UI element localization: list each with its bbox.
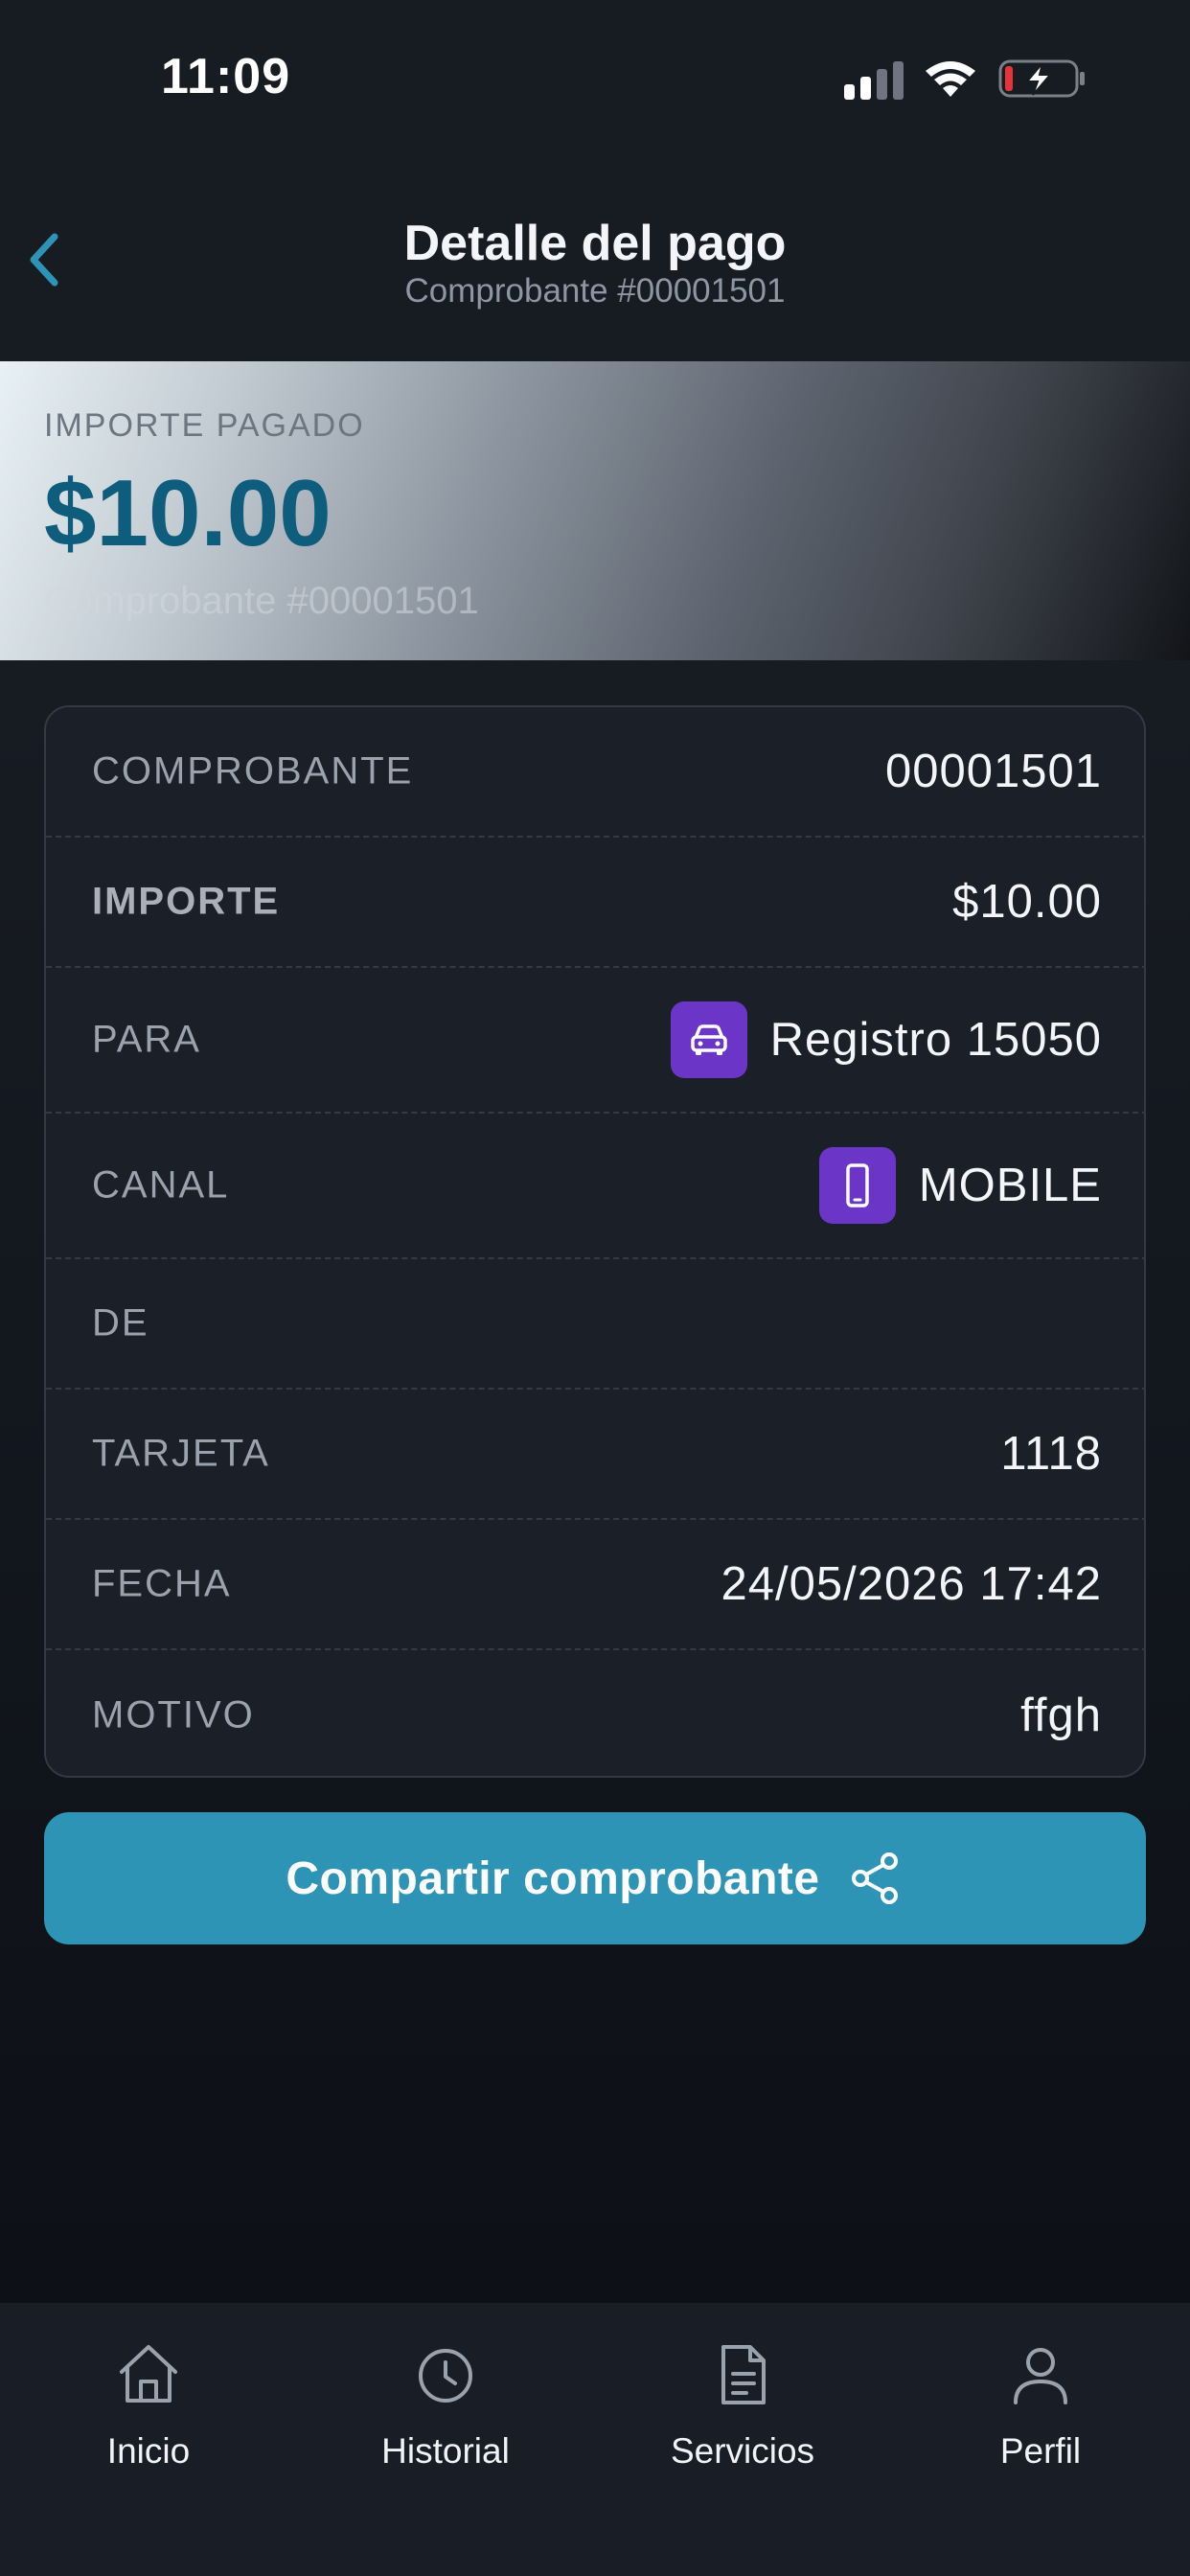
detail-row-para: PARA Registro 15050 — [46, 968, 1144, 1114]
nav-label: Inicio — [106, 2431, 191, 2471]
detail-label: PARA — [92, 1018, 201, 1061]
detail-value: Registro 15050 — [769, 1014, 1102, 1066]
detail-value: 24/05/2026 17:42 — [721, 1558, 1102, 1610]
page-subtitle: Comprobante #00001501 — [404, 272, 786, 310]
car-icon — [670, 1001, 747, 1078]
detail-label: IMPORTE — [92, 880, 281, 923]
share-receipt-button[interactable]: Compartir comprobante — [44, 1812, 1146, 1944]
detail-row-motivo: MOTIVO ffgh — [46, 1650, 1144, 1776]
clock-icon — [419, 2349, 472, 2403]
detail-value-container: Registro 15050 — [670, 1001, 1102, 1078]
share-button-label: Compartir comprobante — [286, 1852, 820, 1904]
detail-value: 1118 — [1000, 1428, 1102, 1480]
home-icon — [120, 2345, 177, 2403]
nav-label: Servicios — [670, 2431, 815, 2471]
document-icon — [721, 2345, 766, 2404]
detail-label: CANAL — [92, 1163, 230, 1207]
detail-row-comprobante: COMPROBANTE 00001501 — [46, 707, 1144, 838]
nav-item-inicio[interactable]: Inicio — [34, 2339, 263, 2483]
detail-row-tarjeta: TARJETA 1118 — [46, 1390, 1144, 1520]
detail-row-canal: CANAL MOBILE — [46, 1114, 1144, 1259]
detail-value: $10.00 — [952, 876, 1102, 928]
user-icon — [1014, 2348, 1067, 2404]
wifi-icon — [926, 61, 975, 97]
battery-charging-icon — [998, 59, 1085, 98]
detail-value-container: MOBILE — [818, 1147, 1102, 1224]
detail-label: MOTIVO — [92, 1693, 255, 1736]
detail-row-de: DE — [46, 1259, 1144, 1390]
signal-icon — [844, 61, 904, 100]
detail-label: COMPROBANTE — [92, 749, 414, 793]
status-time: 11:09 — [161, 49, 291, 104]
detail-row-importe: IMPORTE $10.00 — [46, 838, 1144, 968]
detail-row-fecha: FECHA 24/05/2026 17:42 — [46, 1520, 1144, 1650]
amount-label: IMPORTE PAGADO — [44, 407, 365, 444]
detail-label: TARJETA — [92, 1432, 270, 1475]
nav-label: Historial — [381, 2431, 510, 2471]
status-bar: 11:09 — [0, 0, 1190, 153]
share-icon — [851, 1852, 898, 1904]
detail-value: MOBILE — [918, 1160, 1102, 1211]
detail-value: ffgh — [1020, 1689, 1102, 1741]
bottom-nav: Inicio Historial Servicios Perfil — [0, 2303, 1190, 2576]
payment-detail-screen: 11:09 Detalle del pago Comprobante #0000… — [0, 0, 1190, 2576]
smartphone-icon — [818, 1147, 896, 1224]
amount-reference: Comprobante #00001501 — [44, 580, 479, 622]
page-title: Detalle del pago — [403, 216, 787, 271]
detail-label: FECHA — [92, 1562, 232, 1605]
amount-value: $10.00 — [44, 460, 332, 565]
nav-item-historial[interactable]: Historial — [331, 2339, 561, 2483]
detail-value: 00001501 — [884, 746, 1102, 797]
nav-label: Perfil — [999, 2431, 1082, 2471]
detail-label: DE — [92, 1301, 149, 1345]
details-card: COMPROBANTE 00001501 IMPORTE $10.00 PARA — [44, 705, 1146, 1778]
amount-banner: IMPORTE PAGADO $10.00 Comprobante #00001… — [0, 361, 1190, 660]
nav-item-perfil[interactable]: Perfil — [926, 2339, 1156, 2483]
nav-item-servicios[interactable]: Servicios — [628, 2339, 858, 2483]
